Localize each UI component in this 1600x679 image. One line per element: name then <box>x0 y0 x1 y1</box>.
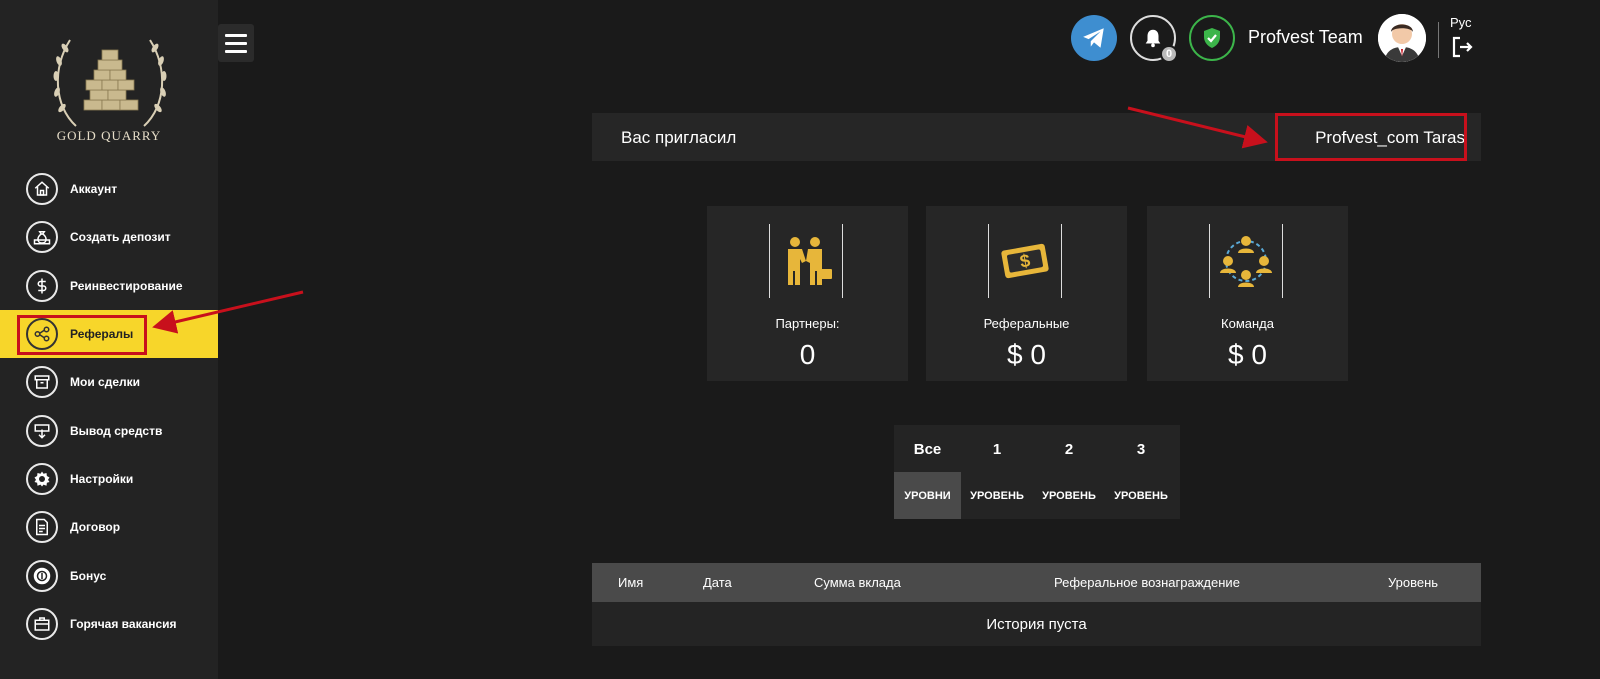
column-header-date: Дата <box>703 575 732 590</box>
team-icon <box>1220 236 1272 287</box>
tab-caption: УРОВЕНЬ <box>1114 489 1168 502</box>
sidebar-item-contract[interactable]: Договор <box>0 503 218 551</box>
tab-level-1[interactable]: 1 УРОВЕНЬ <box>961 425 1033 519</box>
notification-count-badge: 0 <box>1160 45 1178 63</box>
stat-card-team: Команда $ 0 <box>1147 206 1348 381</box>
tab-level-2[interactable]: 2 УРОВЕНЬ <box>1033 425 1105 519</box>
tab-level-3[interactable]: 3 УРОВЕНЬ <box>1105 425 1177 519</box>
dollar-icon <box>26 269 58 302</box>
tab-caption: УРОВНИ <box>894 472 961 519</box>
header-divider <box>1438 22 1439 58</box>
shield-check-icon <box>1204 28 1220 48</box>
briefcase-icon <box>26 607 58 640</box>
bell-icon <box>1145 29 1161 48</box>
tab-number: 2 <box>1064 441 1074 458</box>
sidebar-item-bonus[interactable]: Бонус <box>0 551 218 599</box>
sidebar-item-withdraw[interactable]: Вывод средств <box>0 406 218 454</box>
stat-value: $ 0 <box>1228 339 1267 370</box>
sidebar-item-label: Создать депозит <box>70 230 171 245</box>
table-empty-message: История пуста <box>592 602 1481 646</box>
sidebar-item-label: Настройки <box>70 471 134 486</box>
verified-badge <box>1189 15 1235 61</box>
stat-card-referral-earnings: $ Реферальные $ 0 <box>926 206 1127 381</box>
handshake-icon <box>788 237 832 285</box>
sidebar-item-create-deposit[interactable]: Создать депозит <box>0 213 218 261</box>
sidebar-item-label: Бонус <box>70 568 107 583</box>
level-tabs: Все УРОВНИ 1 УРОВЕНЬ 2 УРОВЕНЬ 3 УРОВЕНЬ <box>894 425 1180 519</box>
telegram-icon <box>1083 28 1104 48</box>
username[interactable]: Profvest Team <box>1248 27 1363 48</box>
sidebar-item-referrals[interactable]: Рефералы <box>0 309 218 359</box>
referrals-highlight-box <box>17 314 147 355</box>
withdraw-icon <box>26 414 58 447</box>
home-icon <box>26 173 58 206</box>
coin-icon <box>26 559 58 592</box>
column-header-name: Имя <box>618 575 644 590</box>
language-switcher[interactable]: Рус <box>1450 15 1472 30</box>
tab-number: 3 <box>1136 441 1146 458</box>
sidebar-item-label: Горячая вакансия <box>70 616 177 631</box>
stat-value: $ 0 <box>1007 339 1046 370</box>
document-icon <box>26 511 58 544</box>
sidebar-item-label: Реинвестирование <box>70 278 183 293</box>
avatar[interactable] <box>1378 14 1426 62</box>
gear-icon <box>26 462 58 495</box>
sidebar-item-label: Вывод средств <box>70 423 163 438</box>
invited-by-label: Вас пригласил <box>621 128 737 147</box>
tab-number: Все <box>913 441 942 458</box>
money-bag-icon <box>26 221 58 254</box>
column-header-referral-reward: Реферальное вознаграждение <box>1054 575 1240 590</box>
tab-number: 1 <box>992 441 1002 458</box>
box-icon <box>26 366 58 399</box>
logout-icon[interactable] <box>1450 35 1474 59</box>
brand-name: GOLD QUARRY <box>56 128 162 143</box>
sidebar: GOLD QUARRY Аккаунт Создать депозит Реин… <box>0 0 218 679</box>
tab-caption: УРОВЕНЬ <box>970 489 1024 502</box>
sidebar-item-label: Договор <box>70 520 121 535</box>
column-header-level: Уровень <box>1388 575 1439 590</box>
column-header-deposit-amount: Сумма вклада <box>814 575 901 590</box>
sidebar-menu: Аккаунт Создать депозит Реинвестирование… <box>0 165 218 648</box>
dollar-bill-icon: $ <box>1001 243 1049 279</box>
sidebar-item-hot-vacancy[interactable]: Горячая вакансия <box>0 600 218 648</box>
stat-title: Реферальные <box>983 316 1070 331</box>
notifications-button[interactable]: 0 <box>1130 15 1178 63</box>
sidebar-item-settings[interactable]: Настройки <box>0 455 218 503</box>
inviter-highlight-box <box>1275 113 1467 161</box>
sidebar-item-reinvest[interactable]: Реинвестирование <box>0 262 218 310</box>
stat-card-partners: Партнеры: 0 <box>707 206 908 381</box>
gold-quarry-logo[interactable] <box>46 18 174 146</box>
tab-caption: УРОВЕНЬ <box>1042 489 1096 502</box>
sidebar-item-account[interactable]: Аккаунт <box>0 165 218 213</box>
menu-toggle-button[interactable] <box>218 24 254 62</box>
referrals-table-header: Имя Дата Сумма вклада Реферальное вознаг… <box>592 563 1481 602</box>
telegram-button[interactable] <box>1071 15 1117 61</box>
sidebar-item-label: Мои сделки <box>70 375 141 390</box>
stat-title: Партнеры: <box>775 316 840 331</box>
tab-all-levels[interactable]: Все УРОВНИ <box>894 425 961 519</box>
stat-title: Команда <box>1221 316 1274 331</box>
stat-value: 0 <box>799 339 816 370</box>
sidebar-item-my-deals[interactable]: Мои сделки <box>0 358 218 406</box>
sidebar-item-label: Аккаунт <box>70 182 118 197</box>
